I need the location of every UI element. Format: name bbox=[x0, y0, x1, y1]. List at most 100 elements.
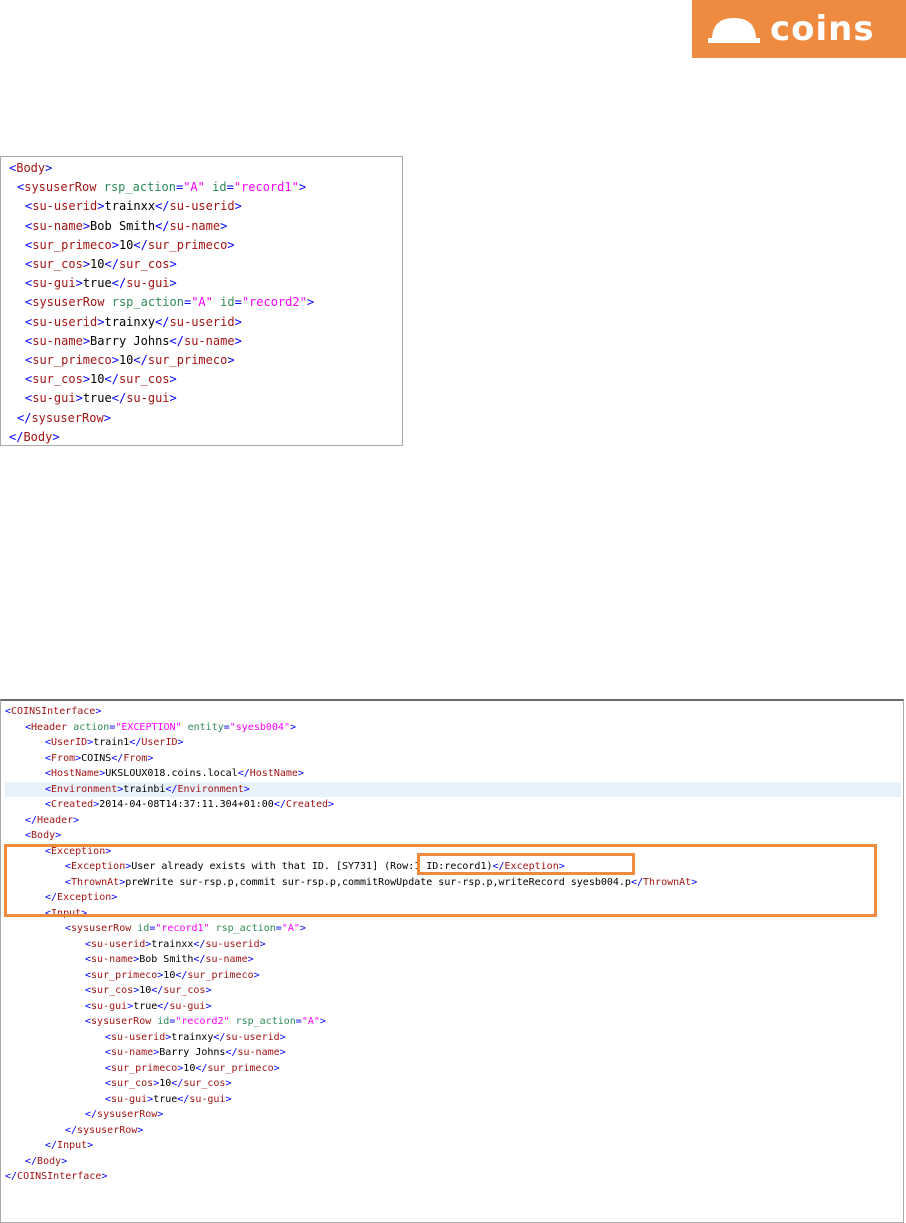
xml-token: </ bbox=[151, 985, 164, 996]
xml-token: id bbox=[220, 295, 235, 310]
xml-token bbox=[104, 295, 111, 309]
xml-line: </COINSInterface> bbox=[5, 1169, 107, 1185]
xml-line: <sur_cos>10</sur_cos> bbox=[105, 1076, 232, 1092]
xml-token: sysuserRow bbox=[24, 180, 97, 195]
xml-token: > bbox=[273, 1062, 280, 1074]
xml-token: </ bbox=[225, 1047, 238, 1058]
xml-token: > bbox=[243, 783, 250, 795]
xml-token: su-userid bbox=[32, 314, 98, 329]
xml-token: sur_primeco bbox=[147, 237, 228, 252]
xml-line: <su-name>Bob Smith</su-name> bbox=[85, 952, 254, 968]
xml-token: > bbox=[225, 1093, 232, 1105]
xml-token: UserID bbox=[51, 737, 88, 748]
xml-line: <HostName>UKSLOUX018.coins.local</HostNa… bbox=[45, 766, 304, 782]
xml-token: true bbox=[82, 276, 112, 291]
xml-token: Body bbox=[23, 429, 53, 444]
xml-token: > bbox=[82, 333, 91, 348]
xml-token: > bbox=[234, 314, 242, 329]
xml-token: </ bbox=[175, 969, 188, 981]
xml-token: sysuserRow bbox=[71, 923, 132, 934]
xml-token: UserID bbox=[141, 737, 178, 748]
xml-token: UKSLOUX018.coins.local bbox=[105, 768, 238, 779]
xml-line: <sysuserRow id="record2" rsp_action="A"> bbox=[85, 1014, 326, 1030]
xml-line: <sur_cos>10</sur_cos> bbox=[85, 983, 212, 999]
xml-token: > bbox=[82, 257, 91, 271]
xml-token: </ bbox=[104, 372, 119, 387]
xml-token: 10 bbox=[163, 969, 176, 981]
xml-token: > bbox=[169, 372, 177, 387]
xml-token: su-userid bbox=[111, 1031, 166, 1043]
xml-token: sur_cos bbox=[118, 257, 170, 271]
xml-token: sur_primeco bbox=[91, 969, 158, 981]
xml-token: su-userid bbox=[169, 199, 235, 214]
xml-line: </sysuserRow> bbox=[85, 1107, 163, 1123]
xml-token: COINSInterface bbox=[17, 1171, 102, 1182]
xml-line: <Environment>trainbi</Environment> bbox=[45, 782, 250, 798]
xml-token: Input bbox=[57, 1140, 88, 1151]
xml-line: <su-name>Barry Johns</su-name> bbox=[25, 332, 242, 351]
xml-token: su-name bbox=[91, 954, 134, 965]
xml-token: Barry Johns bbox=[159, 1047, 226, 1058]
xml-token: > bbox=[61, 1155, 68, 1167]
xml-token: > bbox=[247, 954, 254, 965]
xml-token: rsp_action bbox=[235, 1016, 296, 1027]
xml-token: sur_cos bbox=[32, 372, 83, 387]
xml-line: <sur_cos>10</sur_cos> bbox=[25, 255, 177, 274]
xml-line: <sur_primeco>10</sur_primeco> bbox=[85, 968, 260, 984]
xml-token: su-gui bbox=[91, 1000, 128, 1012]
xml-token: > bbox=[328, 799, 335, 810]
xml-token: </ bbox=[17, 410, 32, 425]
coins-logo: coins bbox=[692, 0, 906, 58]
xml-token: Header bbox=[37, 814, 74, 826]
xml-token: </ bbox=[155, 199, 170, 214]
xml-token: > bbox=[147, 752, 154, 764]
xml-token: su-name bbox=[183, 333, 235, 348]
xml-token: > bbox=[82, 218, 91, 233]
xml-line: <su-userid>trainxy</su-userid> bbox=[105, 1030, 286, 1046]
xml-token: HostName bbox=[51, 768, 100, 779]
xml-token: > bbox=[45, 161, 53, 175]
xml-token bbox=[96, 180, 103, 194]
xml-token: sur_primeco bbox=[32, 237, 112, 252]
xml-token: su-gui bbox=[32, 391, 76, 406]
xml-token: > bbox=[205, 985, 212, 996]
xml-token: train1 bbox=[93, 737, 130, 748]
xml-token: > bbox=[279, 1031, 286, 1043]
xml-token: </ bbox=[155, 314, 170, 329]
xml-token: Body bbox=[31, 830, 56, 841]
xml-line: <Body> bbox=[9, 159, 52, 178]
xml-token: "A" bbox=[301, 1016, 320, 1027]
xml-token: > bbox=[137, 1124, 144, 1136]
xml-token: </ bbox=[165, 783, 178, 795]
xml-token: entity bbox=[187, 721, 224, 733]
xml-token: "A" bbox=[183, 180, 205, 195]
xml-token: </ bbox=[157, 1000, 170, 1012]
xml-token: > bbox=[55, 830, 62, 841]
xml-token: sur_cos bbox=[32, 257, 83, 271]
xml-line: <Header action="EXCEPTION" entity="syesb… bbox=[25, 720, 296, 736]
xml-token: From bbox=[51, 752, 76, 764]
xml-line: <sur_primeco>10</sur_primeco> bbox=[105, 1061, 280, 1077]
xml-token: su-userid bbox=[91, 938, 146, 950]
xml-token: trainxy bbox=[171, 1031, 214, 1043]
xml-token: </ bbox=[25, 1155, 38, 1167]
xml-token: su-userid bbox=[169, 314, 235, 329]
xml-token: sur_cos bbox=[91, 985, 134, 996]
xml-token: su-gui bbox=[169, 1000, 206, 1012]
xml-token: > bbox=[169, 257, 177, 271]
xml-token: Header bbox=[31, 721, 68, 733]
xml-token: trainxx bbox=[151, 938, 194, 950]
xml-token: </ bbox=[111, 752, 124, 764]
xml-line: <sysuserRow id="record1" rsp_action="A"> bbox=[65, 921, 306, 937]
xml-token: COINS bbox=[81, 752, 112, 764]
xml-token: > bbox=[101, 1171, 108, 1182]
xml-token: 10 bbox=[159, 1078, 172, 1089]
xml-line: <su-gui>true</su-gui> bbox=[105, 1092, 231, 1108]
xml-line: <UserID>train1</UserID> bbox=[45, 735, 184, 751]
xml-token: sur_cos bbox=[118, 372, 170, 387]
xml-token: > bbox=[177, 737, 184, 748]
xml-token: = bbox=[226, 180, 234, 195]
xml-token: </ bbox=[169, 333, 184, 348]
xml-token: su-gui bbox=[111, 1093, 148, 1105]
xml-line: </sysuserRow> bbox=[17, 409, 111, 428]
